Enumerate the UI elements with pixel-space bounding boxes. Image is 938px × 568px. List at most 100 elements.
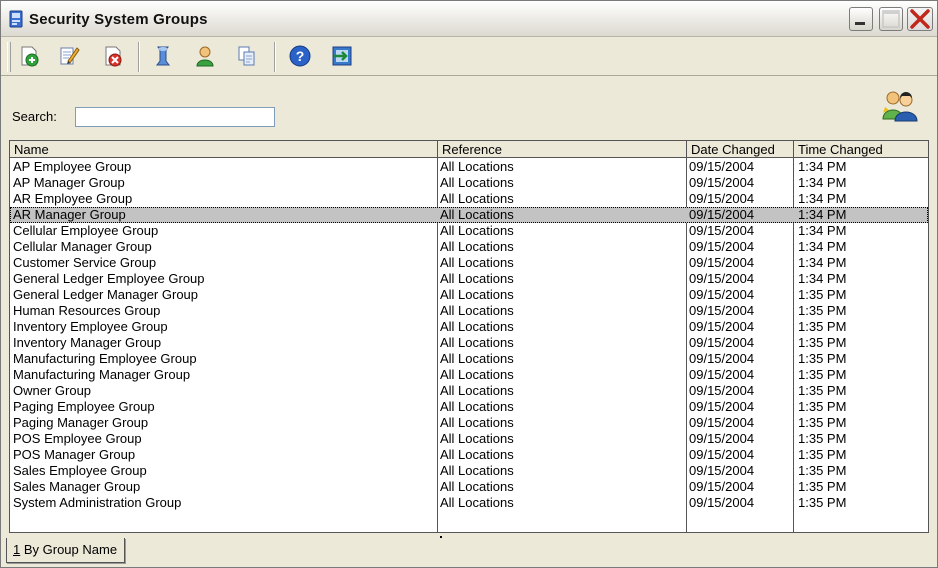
cell-date-changed: 09/15/2004 bbox=[689, 479, 755, 494]
cell-reference: All Locations bbox=[440, 447, 514, 462]
cell-name: POS Manager Group bbox=[13, 447, 136, 462]
table-row[interactable]: AP Employee Group All Locations 09/15/2004… bbox=[10, 159, 928, 175]
cell-time-changed: 1:35 PM bbox=[798, 495, 847, 510]
table-row[interactable]: Paging Employee Group All Locations 09/15/… bbox=[10, 399, 928, 415]
column-header-time-changed[interactable]: Time Changed bbox=[794, 141, 928, 158]
cell-date-changed: 09/15/2004 bbox=[689, 191, 755, 206]
table-row[interactable]: Manufacturing Manager Group All Locations… bbox=[10, 367, 928, 383]
cell-reference: All Locations bbox=[440, 335, 514, 350]
table-row[interactable]: Manufacturing Employee Group All Location… bbox=[10, 351, 928, 367]
cell-date-changed: 09/15/2004 bbox=[689, 383, 755, 398]
table-row[interactable]: Human Resources Group All Locations 09/15/… bbox=[10, 303, 928, 319]
cell-time-changed: 1:35 PM bbox=[798, 351, 847, 366]
cell-reference: All Locations bbox=[440, 287, 514, 302]
cell-name: Manufacturing Employee Group bbox=[13, 351, 197, 366]
cell-reference: All Locations bbox=[440, 223, 514, 238]
table-row[interactable]: General Ledger Employee Group All Locatio… bbox=[10, 271, 928, 287]
add-icon[interactable] bbox=[17, 44, 41, 68]
cell-time-changed: 1:34 PM bbox=[798, 223, 847, 238]
maximize-button[interactable] bbox=[879, 7, 903, 31]
table-row[interactable]: Cellular Manager Group All Locations 09/15… bbox=[10, 239, 928, 255]
cell-reference: All Locations bbox=[440, 271, 514, 286]
cell-time-changed: 1:35 PM bbox=[798, 431, 847, 446]
table-row[interactable]: Sales Manager Group All Locations 09/15/20… bbox=[10, 479, 928, 495]
groups-table[interactable]: Name Reference Date Changed Time Changed… bbox=[9, 140, 929, 533]
cell-name: Inventory Manager Group bbox=[13, 335, 162, 350]
cell-date-changed: 09/15/2004 bbox=[689, 223, 755, 238]
table-row[interactable]: System Administration Group All Locations… bbox=[10, 495, 928, 511]
cell-reference: All Locations bbox=[440, 367, 514, 382]
cell-reference: All Locations bbox=[440, 479, 514, 494]
copy-icon[interactable] bbox=[235, 44, 259, 68]
minimize-button[interactable] bbox=[849, 7, 873, 31]
search-input[interactable] bbox=[75, 107, 275, 127]
toolbar: ? bbox=[1, 37, 937, 76]
svg-text:?: ? bbox=[296, 48, 305, 64]
table-row[interactable]: Paging Manager Group All Locations 09/15/2… bbox=[10, 415, 928, 431]
toolbar-grip[interactable] bbox=[7, 42, 11, 72]
cell-date-changed: 09/15/2004 bbox=[689, 239, 755, 254]
table-row[interactable]: AP Manager Group All Locations 09/15/2004 1… bbox=[10, 175, 928, 191]
cell-time-changed: 1:35 PM bbox=[798, 367, 847, 382]
table-row[interactable]: AR Employee Group All Locations 09/15/2004… bbox=[10, 191, 928, 207]
column-header-reference[interactable]: Reference bbox=[438, 141, 687, 158]
cell-name: General Ledger Employee Group bbox=[13, 271, 205, 286]
cell-name: AP Employee Group bbox=[13, 159, 132, 174]
user-icon[interactable] bbox=[193, 44, 217, 68]
security-icon[interactable] bbox=[151, 44, 175, 68]
maximize-icon bbox=[882, 10, 900, 28]
help-icon[interactable]: ? bbox=[288, 44, 312, 68]
column-header-date-changed[interactable]: Date Changed bbox=[687, 141, 794, 158]
cell-reference: All Locations bbox=[440, 415, 514, 430]
tab-by-group-name[interactable]: 1 By Group Name bbox=[6, 538, 126, 563]
search-label: Search: bbox=[12, 109, 57, 124]
cell-date-changed: 09/15/2004 bbox=[689, 463, 755, 478]
cell-time-changed: 1:34 PM bbox=[798, 159, 847, 174]
cell-date-changed: 09/15/2004 bbox=[689, 303, 755, 318]
cell-date-changed: 09/15/2004 bbox=[689, 159, 755, 174]
table-row[interactable]: Cellular Employee Group All Locations 09/1… bbox=[10, 223, 928, 239]
delete-icon[interactable] bbox=[101, 44, 125, 68]
close-icon bbox=[910, 9, 930, 29]
column-header-name[interactable]: Name bbox=[10, 141, 438, 158]
cell-reference: All Locations bbox=[440, 207, 514, 222]
close-button[interactable] bbox=[907, 7, 933, 31]
cell-name: AR Employee Group bbox=[13, 191, 133, 206]
cell-time-changed: 1:34 PM bbox=[798, 207, 847, 222]
cell-reference: All Locations bbox=[440, 383, 514, 398]
toolbar-separator bbox=[138, 42, 140, 72]
cell-time-changed: 1:35 PM bbox=[798, 303, 847, 318]
cell-name: Inventory Employee Group bbox=[13, 319, 168, 334]
title-bar[interactable]: Security System Groups bbox=[1, 1, 937, 37]
table-row[interactable]: Inventory Employee Group All Locations 09/… bbox=[10, 319, 928, 335]
table-row[interactable]: AR Manager Group All Locations 09/15/2004 1… bbox=[10, 207, 928, 223]
cell-time-changed: 1:34 PM bbox=[798, 175, 847, 190]
cell-name: Manufacturing Manager Group bbox=[13, 367, 191, 382]
cell-name: General Ledger Manager Group bbox=[13, 287, 199, 302]
cell-date-changed: 09/15/2004 bbox=[689, 175, 755, 190]
cell-date-changed: 09/15/2004 bbox=[689, 319, 755, 334]
tab-bar: 1 By Group Name bbox=[1, 534, 937, 567]
table-row[interactable]: Sales Employee Group All Locations 09/15/2… bbox=[10, 463, 928, 479]
exit-icon[interactable] bbox=[330, 44, 354, 68]
cell-time-changed: 1:34 PM bbox=[798, 271, 847, 286]
cell-date-changed: 09/15/2004 bbox=[689, 255, 755, 270]
users-group-icon[interactable] bbox=[881, 89, 919, 123]
cell-date-changed: 09/15/2004 bbox=[689, 415, 755, 430]
table-row[interactable]: Customer Service Group All Locations 09/15… bbox=[10, 255, 928, 271]
cell-name: AP Manager Group bbox=[13, 175, 125, 190]
cell-name: Customer Service Group bbox=[13, 255, 157, 270]
table-row[interactable]: POS Employee Group All Locations 09/15/200… bbox=[10, 431, 928, 447]
cell-reference: All Locations bbox=[440, 495, 514, 510]
table-row[interactable]: POS Manager Group All Locations 09/15/2004… bbox=[10, 447, 928, 463]
cell-time-changed: 1:35 PM bbox=[798, 447, 847, 462]
cell-time-changed: 1:34 PM bbox=[798, 239, 847, 254]
window-title: Security System Groups bbox=[29, 11, 208, 28]
edit-icon[interactable] bbox=[57, 44, 81, 68]
table-row[interactable]: General Ledger Manager Group All Location… bbox=[10, 287, 928, 303]
cell-date-changed: 09/15/2004 bbox=[689, 271, 755, 286]
cell-time-changed: 1:34 PM bbox=[798, 255, 847, 270]
cell-time-changed: 1:35 PM bbox=[798, 335, 847, 350]
table-row[interactable]: Owner Group All Locations 09/15/2004 1:35 P… bbox=[10, 383, 928, 399]
table-row[interactable]: Inventory Manager Group All Locations 09/1… bbox=[10, 335, 928, 351]
